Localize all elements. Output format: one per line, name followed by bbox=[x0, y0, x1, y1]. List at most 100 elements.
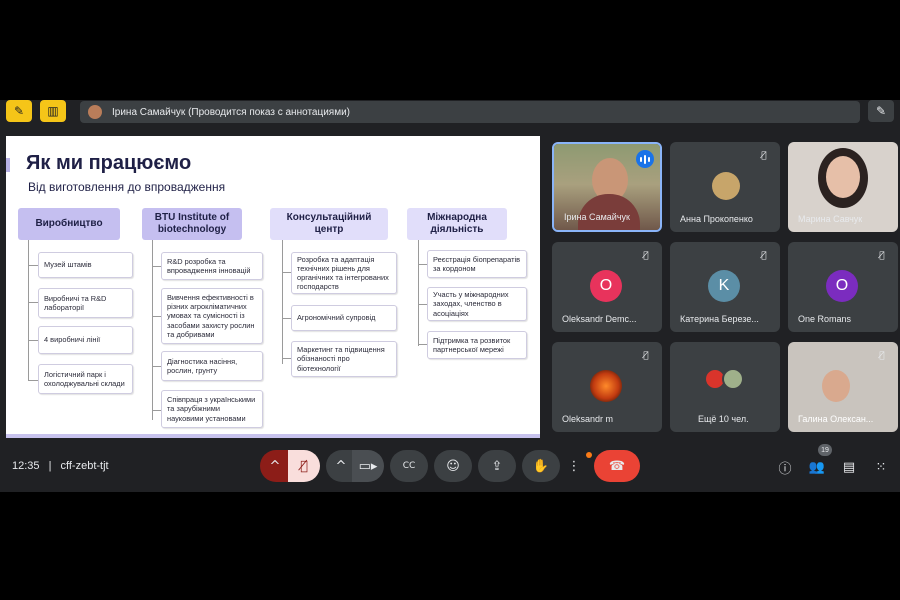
info-icon: ⓘ bbox=[778, 461, 792, 477]
annotation-toggle-button[interactable]: ✎ bbox=[6, 100, 32, 122]
participant-name: Катерина Березе... bbox=[680, 314, 759, 324]
apps-icon: ⁙ bbox=[875, 459, 887, 475]
presentation-slide: Як ми працюємо Від виготовлення до впров… bbox=[6, 136, 540, 438]
slide-accent-bar bbox=[6, 158, 10, 172]
chat-button[interactable]: ▤ bbox=[840, 458, 858, 476]
raise-hand-icon: ✋ bbox=[532, 458, 550, 474]
participant-name: Oleksandr m bbox=[562, 414, 614, 424]
meeting-code: cff-zebt-tjt bbox=[60, 460, 109, 472]
clock-time: 12:35 bbox=[12, 460, 40, 472]
connector-tick bbox=[28, 380, 38, 381]
column-heading-international: Міжнародна діяльність bbox=[407, 208, 507, 240]
participant-name: Ірина Самайчук bbox=[564, 212, 630, 222]
people-icon: 👥 bbox=[808, 459, 826, 475]
participant-tile[interactable]: 🎙̸ Анна Прокопенко bbox=[670, 142, 780, 232]
participant-name: Анна Прокопенко bbox=[680, 214, 753, 224]
chat-icon: ▤ bbox=[842, 459, 856, 475]
column-heading-consulting: Консультаційний центр bbox=[270, 208, 388, 240]
slide-item: Вивчення ефективності в різних агрокліма… bbox=[161, 288, 263, 344]
more-options-button[interactable]: ⋮ bbox=[566, 450, 582, 482]
slide-item: Діагностика насіння, рослин, грунту bbox=[161, 351, 263, 381]
window-icon: ▥ bbox=[47, 104, 59, 118]
present-button[interactable]: ⇪ bbox=[478, 450, 516, 482]
column-heading-production: Виробництво bbox=[18, 208, 120, 240]
connector-line bbox=[152, 240, 153, 420]
participant-tile[interactable]: 🎙̸ O Oleksandr Demc... bbox=[552, 242, 662, 332]
present-window-button[interactable]: ▥ bbox=[40, 100, 66, 122]
mic-off-icon: 🎙̸ bbox=[643, 351, 649, 361]
column-heading-institute: BTU Institute of biotechnology bbox=[142, 208, 242, 240]
emoji-button[interactable]: ☺ bbox=[434, 450, 472, 482]
connector-tick bbox=[28, 340, 38, 341]
participant-tile[interactable]: 🎙̸ Oleksandr m bbox=[552, 342, 662, 432]
participant-avatar: K bbox=[708, 270, 740, 302]
pen-off-icon: ✎ bbox=[13, 104, 25, 118]
speaking-indicator-icon bbox=[636, 150, 654, 168]
emoji-icon: ☺ bbox=[446, 458, 460, 474]
presenter-avatar bbox=[88, 105, 102, 119]
participant-avatar bbox=[712, 172, 740, 200]
participant-avatar: O bbox=[590, 270, 622, 302]
slide-item: Виробничі та R&D лабораторії bbox=[38, 288, 133, 318]
info-button[interactable]: ⓘ bbox=[776, 458, 794, 477]
participant-tile[interactable]: 🎙̸ Галина Олексан... bbox=[788, 342, 898, 432]
camera-icon: ▭▸ bbox=[358, 458, 378, 474]
slide-item: Розробка та адаптація технічних рішень д… bbox=[291, 252, 397, 294]
raise-hand-button[interactable]: ✋ bbox=[522, 450, 560, 482]
connector-line bbox=[28, 240, 29, 380]
people-button[interactable]: 👥 bbox=[808, 458, 826, 476]
mic-toggle-button[interactable]: 🎙̸ bbox=[288, 450, 320, 482]
participant-name: One Romans bbox=[798, 314, 852, 324]
chevron-up-icon: ^ bbox=[335, 458, 347, 474]
mic-off-icon: 🎙̸ bbox=[879, 251, 885, 261]
participant-name: Oleksandr Demc... bbox=[562, 314, 637, 324]
slide-item: Участь у міжнародних заходах, членство в… bbox=[427, 287, 527, 321]
meeting-info: 12:35 | cff-zebt-tjt bbox=[12, 460, 109, 472]
separator: | bbox=[48, 460, 52, 472]
slide-item: R&D розробка та впровадження інновацій bbox=[161, 252, 263, 280]
participant-count-badge: 19 bbox=[818, 444, 832, 456]
connector-line bbox=[418, 240, 419, 346]
slide-item: Логістичний парк і охолоджувальні склади bbox=[38, 364, 133, 394]
participant-face bbox=[826, 156, 860, 198]
captions-button[interactable]: CC bbox=[390, 450, 428, 482]
presenter-banner-text: Ірина Самайчук (Проводится показ с аннот… bbox=[112, 106, 350, 118]
slide-item: Маркетинг та підвищення обізнаності про … bbox=[291, 341, 397, 377]
apps-button[interactable]: ⁙ bbox=[872, 458, 890, 476]
audio-options-button[interactable]: ^ bbox=[260, 450, 290, 482]
slide-item: Підтримка та розвиток партнерської мереж… bbox=[427, 331, 527, 359]
mic-off-icon: 🎙̸ bbox=[300, 458, 308, 474]
participant-avatar bbox=[722, 368, 744, 390]
participant-tile[interactable]: 🎙̸ O One Romans bbox=[788, 242, 898, 332]
slide-item: 4 виробничі лінії bbox=[38, 326, 133, 354]
top-bar: ✎ ▥ Ірина Самайчук (Проводится показ с а… bbox=[0, 100, 900, 128]
slide-item: Агрономічний супровід bbox=[291, 305, 397, 331]
camera-toggle-button[interactable]: ▭▸ bbox=[352, 450, 384, 482]
slide-subtitle: Від виготовлення до впровадження bbox=[28, 180, 226, 194]
slide-item: Співпраця з українськими та зарубіжними … bbox=[161, 390, 263, 428]
participant-avatar: O bbox=[826, 270, 858, 302]
participant-face bbox=[822, 370, 850, 402]
participant-avatar bbox=[590, 370, 622, 402]
end-call-button[interactable]: ☎ bbox=[594, 450, 640, 482]
connector-tick bbox=[28, 302, 38, 303]
more-icon: ⋮ bbox=[567, 458, 581, 474]
slide-item: Реєстрація біопрепаратів за кордоном bbox=[427, 250, 527, 278]
participant-tile-active-speaker[interactable]: Ірина Самайчук bbox=[552, 142, 662, 232]
more-participants-label: Ещё 10 чел. bbox=[698, 414, 749, 424]
participant-tile-more[interactable]: Ещё 10 чел. bbox=[670, 342, 780, 432]
mic-off-icon: 🎙̸ bbox=[643, 251, 649, 261]
mic-off-icon: 🎙̸ bbox=[761, 251, 767, 261]
captions-icon: CC bbox=[402, 461, 416, 471]
annotate-button[interactable]: ✎ bbox=[868, 100, 894, 122]
presenter-banner: Ірина Самайчук (Проводится показ с аннот… bbox=[80, 101, 860, 123]
mic-off-icon: 🎙̸ bbox=[879, 351, 885, 361]
pen-icon: ✎ bbox=[875, 104, 887, 118]
participant-tile[interactable]: 🎙̸ K Катерина Березе... bbox=[670, 242, 780, 332]
meet-window: ✎ ▥ Ірина Самайчук (Проводится показ с а… bbox=[0, 100, 900, 492]
slide-item: Музей штамів bbox=[38, 252, 133, 278]
present-icon: ⇪ bbox=[491, 458, 503, 474]
participant-tile[interactable]: Марина Савчук bbox=[788, 142, 898, 232]
slide-bottom-bar bbox=[6, 434, 540, 438]
chevron-up-icon: ^ bbox=[269, 458, 281, 474]
